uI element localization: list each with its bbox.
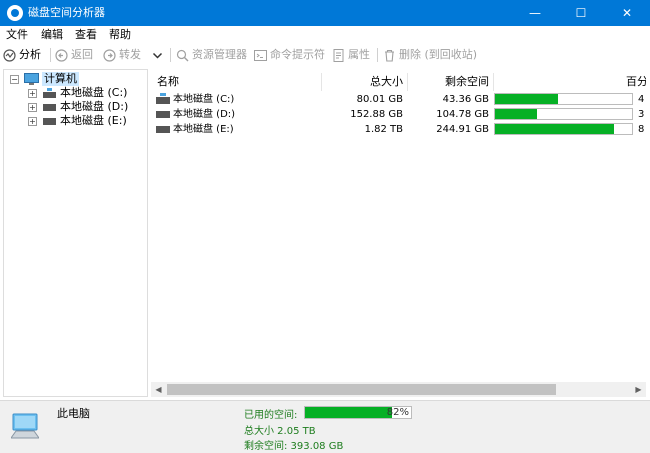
column-header-free[interactable]: 剩余空间 [431, 74, 489, 90]
drive-free-space: 244.91 GB [436, 124, 489, 135]
expand-toggle[interactable]: + [28, 117, 37, 126]
title-bar: 磁盘空间分析器 — ☐ ✕ [0, 0, 650, 26]
menu-file[interactable]: 文件 [6, 28, 28, 42]
total-size-line: 总大小 2.05 TB [244, 426, 316, 437]
drive-total-size: 1.82 TB [364, 124, 403, 135]
trash-icon [385, 49, 394, 62]
drive-list[interactable]: 名称 总大小 剩余空间 百分 本地磁盘 (C:) 80.01 GB 43.36 … [151, 69, 646, 397]
drive-icon [43, 118, 56, 125]
explorer-button[interactable]: 资源管理器 [176, 47, 247, 63]
history-dropdown-button[interactable] [151, 47, 167, 63]
computer-icon [11, 413, 39, 439]
back-label: 返回 [71, 48, 93, 61]
drive-name: 本地磁盘 (C:) [173, 94, 235, 105]
column-header-percent[interactable]: 百分 [626, 74, 646, 90]
drive-icon [43, 104, 56, 111]
properties-button[interactable]: 属性 [332, 47, 370, 63]
tree-item-label: 本地磁盘 (E:) [60, 114, 127, 127]
computer-name: 此电脑 [57, 407, 90, 420]
analyze-label: 分析 [19, 48, 41, 61]
cmd-label: 命令提示符 [270, 48, 325, 61]
list-row-drive-d[interactable]: 本地磁盘 (D:) 152.88 GB 104.78 GB 3 [151, 107, 646, 122]
column-divider[interactable] [407, 73, 408, 91]
usage-bar-fill [495, 94, 559, 104]
usage-bar-fill [495, 124, 615, 134]
forward-label: 转发 [119, 48, 141, 61]
explorer-label: 资源管理器 [192, 48, 247, 61]
properties-icon [333, 48, 344, 62]
status-panel: 此电脑 已用的空间: 82% 总大小 2.05 TB 剩余空间: 393.08 … [0, 400, 650, 453]
used-space-bar-fill [305, 407, 392, 418]
back-button[interactable]: 返回 [55, 47, 93, 63]
usage-bar [494, 123, 633, 135]
app-icon [7, 5, 23, 21]
drive-name: 本地磁盘 (E:) [173, 124, 234, 135]
tree-item-label: 本地磁盘 (D:) [60, 100, 129, 113]
close-button[interactable]: ✕ [604, 0, 650, 26]
delete-button[interactable]: 删除 (到回收站) [383, 47, 477, 63]
scroll-right-arrow[interactable]: ▶ [631, 382, 646, 397]
usage-bar [494, 108, 633, 120]
toolbar-separator [170, 48, 171, 62]
menu-bar: 文件 编辑 查看 帮助 [0, 26, 650, 44]
usage-percent: 8 [638, 124, 645, 135]
minimize-button[interactable]: — [512, 0, 558, 26]
terminal-icon [254, 49, 267, 61]
back-icon [55, 48, 68, 62]
menu-help[interactable]: 帮助 [109, 28, 131, 42]
drive-free-space: 104.78 GB [436, 109, 489, 120]
system-drive-icon [43, 88, 56, 98]
usage-bar-fill [495, 109, 538, 119]
toolbar-separator [377, 48, 378, 62]
delete-label: 删除 (到回收站) [399, 48, 478, 61]
expand-toggle[interactable]: + [28, 103, 37, 112]
column-header-name[interactable]: 名称 [157, 74, 179, 90]
free-space-line: 剩余空间: 393.08 GB [244, 441, 344, 452]
used-space-bar: 82% [304, 406, 412, 419]
expand-toggle[interactable]: + [28, 89, 37, 98]
cmd-button[interactable]: 命令提示符 [254, 47, 325, 63]
usage-percent: 4 [638, 94, 645, 105]
drive-total-size: 152.88 GB [350, 109, 403, 120]
search-icon [176, 49, 189, 61]
used-space-percent: 82% [386, 407, 409, 418]
analyze-button[interactable]: 分析 [3, 47, 41, 63]
drive-icon [156, 111, 170, 118]
tree-item-label: 本地磁盘 (C:) [60, 86, 128, 99]
column-header-total[interactable]: 总大小 [351, 74, 403, 90]
computer-icon [24, 73, 39, 85]
usage-percent: 3 [638, 109, 645, 120]
usage-bar [494, 93, 633, 105]
menu-edit[interactable]: 编辑 [41, 28, 63, 42]
forward-icon [103, 48, 116, 62]
horizontal-scrollbar[interactable]: ◀ ▶ [151, 382, 646, 397]
drive-icon [156, 126, 170, 133]
scroll-left-arrow[interactable]: ◀ [151, 382, 166, 397]
maximize-button[interactable]: ☐ [558, 0, 604, 26]
tree-item-label: 计算机 [42, 72, 79, 86]
menu-view[interactable]: 查看 [75, 28, 97, 42]
toolbar: 分析 返回 转发 资源管理器 命令提示符 属性 删除 (到回收站) [0, 44, 650, 66]
chevron-down-icon [152, 52, 163, 59]
analyze-icon [3, 48, 16, 62]
folder-tree[interactable]: − 计算机 + 本地磁盘 (C:) + 本地磁盘 (D:) + 本地磁盘 (E:… [3, 69, 148, 397]
list-row-drive-c[interactable]: 本地磁盘 (C:) 80.01 GB 43.36 GB 4 [151, 92, 646, 107]
column-divider[interactable] [493, 73, 494, 91]
collapse-toggle[interactable]: − [10, 75, 19, 84]
used-space-label: 已用的空间: [244, 410, 298, 421]
forward-button[interactable]: 转发 [103, 47, 141, 63]
drive-free-space: 43.36 GB [442, 94, 489, 105]
properties-label: 属性 [348, 48, 370, 61]
column-divider[interactable] [321, 73, 322, 91]
drive-name: 本地磁盘 (D:) [173, 109, 236, 120]
window-title: 磁盘空间分析器 [28, 6, 105, 19]
list-row-drive-e[interactable]: 本地磁盘 (E:) 1.82 TB 244.91 GB 8 [151, 122, 646, 137]
toolbar-separator [50, 48, 51, 62]
drive-total-size: 80.01 GB [356, 94, 403, 105]
system-drive-icon [156, 93, 170, 104]
scrollbar-thumb[interactable] [167, 384, 556, 395]
